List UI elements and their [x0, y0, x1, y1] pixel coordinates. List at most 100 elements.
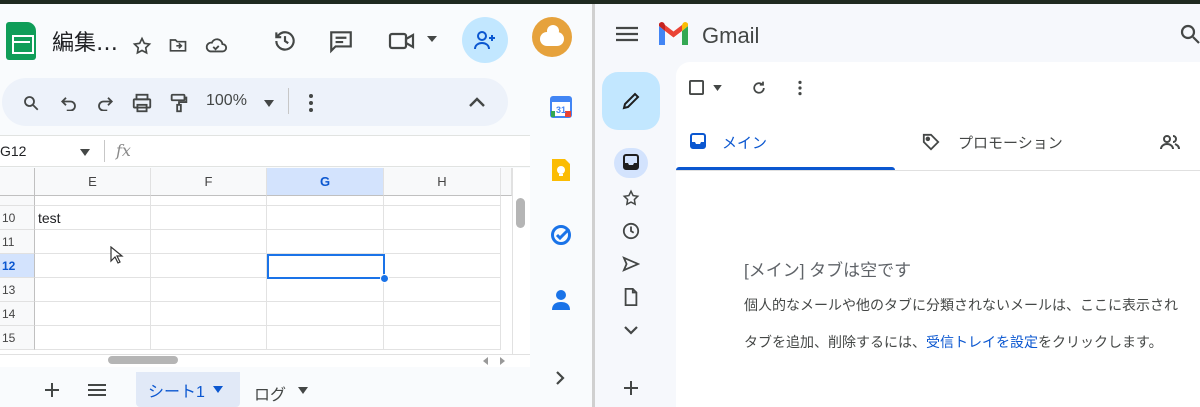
column-header-e[interactable]: E [35, 168, 151, 196]
sheet-tab-log[interactable]: ログ [254, 381, 286, 405]
cell-h10[interactable] [384, 206, 501, 230]
cell-h11[interactable] [384, 230, 501, 254]
cell-h13[interactable] [384, 278, 501, 302]
paint-format-icon[interactable] [168, 92, 190, 114]
scroll-left-icon[interactable] [482, 357, 490, 365]
cell[interactable] [267, 196, 384, 206]
spreadsheet-grid[interactable]: E F G H 10 11 12 13 14 15 test [0, 168, 512, 354]
snoozed-clock-icon[interactable] [622, 222, 640, 240]
cloud-saved-icon[interactable] [204, 35, 228, 55]
cell-e14[interactable] [35, 302, 151, 326]
row-header-15[interactable]: 15 [0, 326, 35, 350]
cell-f11[interactable] [151, 230, 267, 254]
configure-inbox-link[interactable]: 受信トレイを設定 [926, 334, 1038, 350]
sheets-logo-icon[interactable] [6, 22, 36, 60]
redo-icon[interactable] [96, 95, 114, 111]
row-header-14[interactable]: 14 [0, 302, 35, 326]
cell-g15[interactable] [267, 326, 384, 350]
drafts-document-icon[interactable] [623, 288, 639, 306]
tab-promotions[interactable]: プロモーション [958, 132, 1063, 153]
meet-video-icon[interactable] [388, 30, 416, 52]
column-header-h[interactable]: H [384, 168, 501, 196]
zoom-level[interactable]: 100% [206, 92, 247, 110]
cell-h12[interactable] [384, 254, 501, 278]
more-chevron-down-icon[interactable] [624, 325, 638, 335]
cell-h15[interactable] [384, 326, 501, 350]
cell-e10[interactable]: test [35, 206, 151, 230]
main-menu-hamburger-icon[interactable] [616, 26, 638, 42]
collapse-menus-chevron-up-icon[interactable] [468, 96, 486, 108]
cell-f10[interactable] [151, 206, 267, 230]
column-header-g[interactable]: G [267, 168, 384, 196]
undo-icon[interactable] [60, 95, 78, 111]
gmail-logo-icon[interactable] [657, 21, 690, 46]
star-icon[interactable] [132, 36, 152, 56]
more-options-icon[interactable] [304, 93, 318, 113]
search-menus-icon[interactable] [22, 94, 40, 112]
select-chevron-down-icon[interactable] [713, 85, 722, 91]
select-checkbox[interactable] [689, 80, 704, 95]
cell[interactable] [151, 196, 267, 206]
cell-g10[interactable] [267, 206, 384, 230]
select-all-corner[interactable] [0, 168, 35, 196]
row-header-11[interactable]: 11 [0, 230, 35, 254]
vertical-scrollbar[interactable] [512, 168, 530, 354]
cell-e11[interactable] [35, 230, 151, 254]
compose-button[interactable] [602, 72, 660, 130]
row-header-10[interactable]: 10 [0, 206, 35, 230]
fill-handle[interactable] [380, 274, 389, 283]
cell-e13[interactable] [35, 278, 151, 302]
scroll-right-icon[interactable] [498, 357, 506, 365]
cell-f14[interactable] [151, 302, 267, 326]
all-sheets-menu-icon[interactable] [88, 383, 106, 397]
cell-g13[interactable] [267, 278, 384, 302]
cell-h14[interactable] [384, 302, 501, 326]
comments-icon[interactable] [328, 28, 354, 54]
sheet-tab-sheet1[interactable]: シート1 [136, 372, 240, 407]
search-icon[interactable] [1180, 24, 1200, 44]
tab-main[interactable]: メイン [722, 132, 767, 153]
cell-f15[interactable] [151, 326, 267, 350]
document-title[interactable]: 編集… [52, 25, 118, 57]
cell-f13[interactable] [151, 278, 267, 302]
cell-e15[interactable] [35, 326, 151, 350]
expand-side-panel-chevron-right-icon[interactable] [554, 371, 566, 385]
cell[interactable] [35, 196, 151, 206]
meet-dropdown-chevron-down-icon[interactable] [426, 35, 438, 43]
more-actions-icon[interactable] [796, 80, 804, 96]
refresh-icon[interactable] [751, 80, 767, 96]
name-box[interactable]: G12 [0, 143, 26, 159]
version-history-icon[interactable] [272, 28, 298, 54]
vertical-scroll-thumb[interactable] [516, 198, 525, 228]
add-sheet-plus-icon[interactable] [44, 382, 60, 398]
cell-g14[interactable] [267, 302, 384, 326]
zoom-chevron-down-icon[interactable] [264, 100, 274, 107]
social-people-icon[interactable] [1160, 134, 1180, 150]
tasks-icon[interactable] [550, 224, 572, 246]
starred-star-icon[interactable] [622, 189, 640, 207]
row-header-12[interactable]: 12 [0, 254, 35, 278]
cell-f12[interactable] [151, 254, 267, 278]
cell-e12[interactable] [35, 254, 151, 278]
gmail-brand-text[interactable]: Gmail [702, 23, 759, 49]
keep-icon[interactable] [551, 158, 571, 182]
sent-send-icon[interactable] [622, 256, 640, 272]
column-header-f[interactable]: F [151, 168, 267, 196]
account-avatar[interactable] [532, 17, 572, 57]
cell[interactable] [384, 196, 501, 206]
move-to-folder-icon[interactable] [167, 35, 189, 55]
print-icon[interactable] [131, 92, 153, 114]
active-cell-selection[interactable] [267, 254, 385, 279]
sheet-tab-chevron-down-icon[interactable] [212, 386, 223, 393]
horizontal-scrollbar[interactable] [0, 354, 530, 367]
create-label-plus-icon[interactable] [623, 380, 639, 396]
column-header-partial[interactable] [501, 168, 512, 196]
calendar-icon[interactable]: 31 [550, 94, 572, 118]
name-box-chevron-down-icon[interactable] [80, 149, 90, 156]
horizontal-scroll-thumb[interactable] [108, 356, 178, 364]
log-tab-chevron-down-icon[interactable] [298, 387, 308, 394]
share-button[interactable] [462, 17, 508, 63]
row-header-13[interactable]: 13 [0, 278, 35, 302]
contacts-icon[interactable] [552, 289, 570, 311]
cell-g11[interactable] [267, 230, 384, 254]
